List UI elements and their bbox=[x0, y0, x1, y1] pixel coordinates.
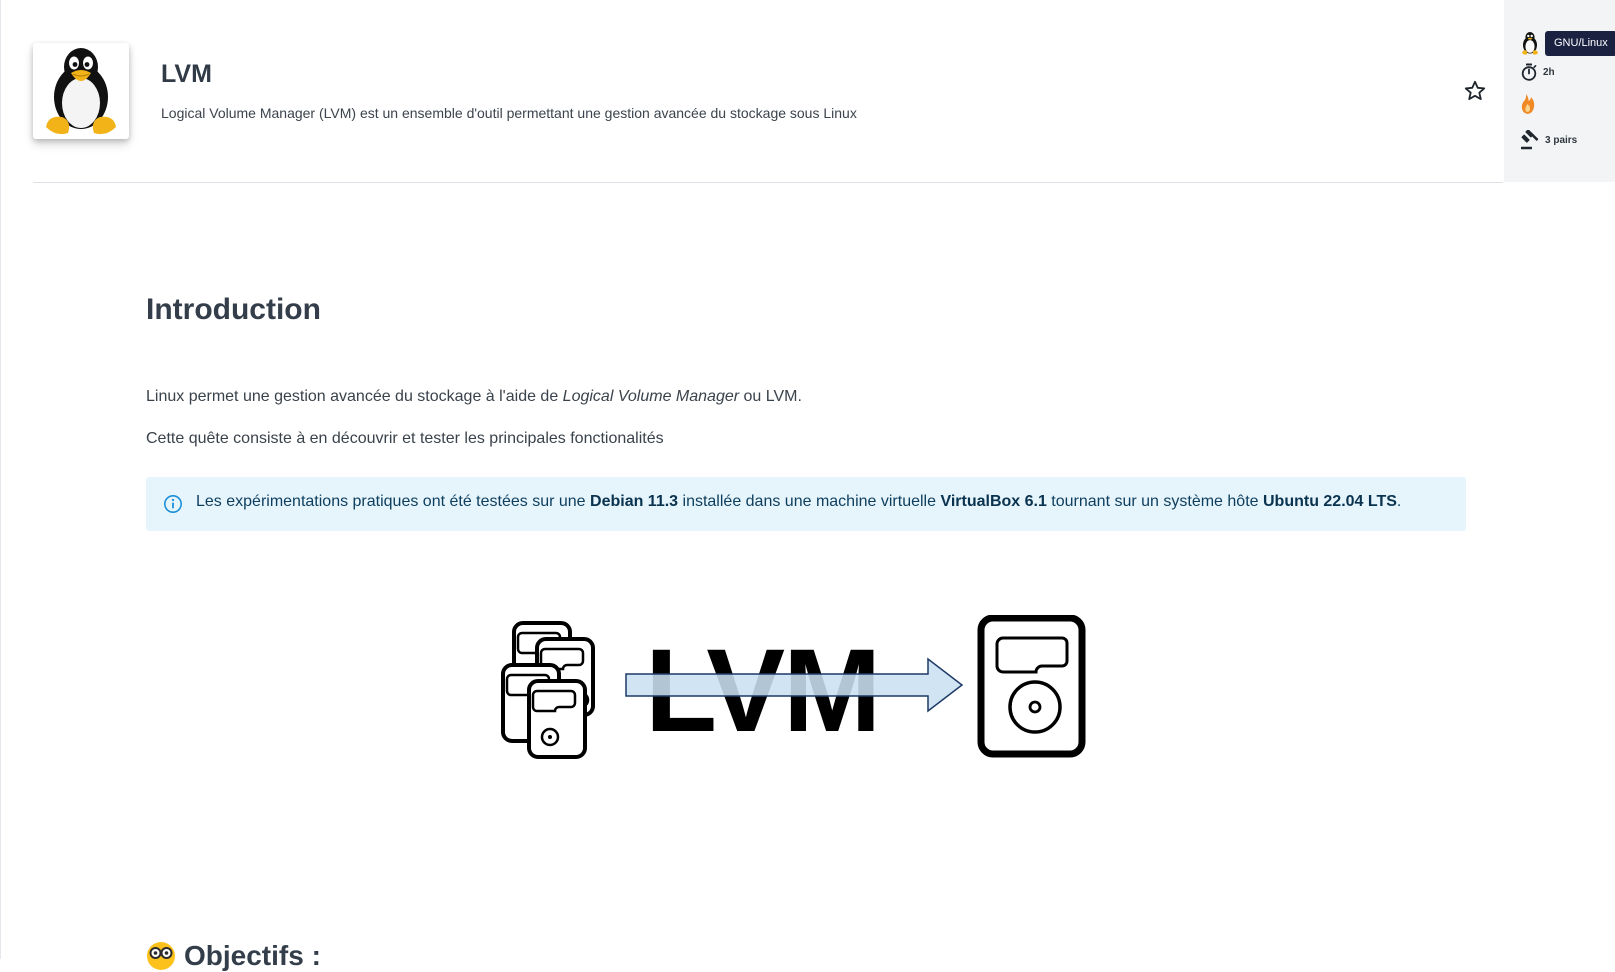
intro-text-end: ou LVM. bbox=[739, 388, 802, 405]
duration-label: 2h bbox=[1543, 66, 1555, 78]
info-text-4: . bbox=[1396, 493, 1402, 510]
intro-text-emphasis: Logical Volume Manager bbox=[562, 388, 740, 405]
category-meta[interactable] bbox=[1520, 31, 1540, 55]
introduction-heading: Introduction bbox=[146, 293, 321, 326]
peers-meta: 3 pairs bbox=[1520, 130, 1577, 150]
category-tooltip: GNU/Linux bbox=[1545, 31, 1615, 56]
intro-paragraph-1: Linux permet une gestion avancée du stoc… bbox=[146, 388, 802, 406]
info-debian-version: Debian 11.3 bbox=[590, 493, 679, 510]
quest-header: LVM Logical Volume Manager (LVM) est un … bbox=[33, 0, 1503, 183]
multiple-disks-icon bbox=[501, 621, 595, 759]
intro-text-start: Linux permet une gestion avancée du stoc… bbox=[146, 388, 563, 405]
objectives-heading-text: Objectifs : bbox=[184, 940, 321, 971]
info-virtualbox-version: VirtualBox 6.1 bbox=[940, 493, 1047, 510]
nerd-face-icon bbox=[147, 942, 175, 970]
objectives-heading: Objectifs : bbox=[146, 940, 321, 972]
quest-description: Logical Volume Manager (LVM) est un ense… bbox=[161, 105, 857, 121]
info-circle-icon bbox=[164, 495, 182, 513]
info-ubuntu-version: Ubuntu 22.04 LTS bbox=[1262, 493, 1397, 510]
favorite-button[interactable] bbox=[1463, 79, 1487, 103]
quest-title: LVM bbox=[161, 60, 212, 88]
tux-penguin-icon bbox=[1522, 32, 1538, 55]
gavel-icon bbox=[1521, 130, 1539, 150]
info-callout: Les expérimentations pratiques ont été t… bbox=[146, 477, 1466, 531]
info-text-2: installée dans une machine virtuelle bbox=[678, 493, 941, 510]
lvm-illustration: LVM bbox=[501, 615, 1086, 759]
info-text-1: Les expérimentations pratiques ont été t… bbox=[196, 493, 591, 510]
duration-meta: 2h bbox=[1520, 63, 1555, 81]
hard-disk-icon bbox=[977, 615, 1086, 758]
quest-meta-panel: 2h 3 pairs bbox=[1504, 0, 1615, 182]
page-left-border bbox=[0, 0, 1, 959]
tux-penguin-icon bbox=[46, 48, 116, 135]
difficulty-meta bbox=[1520, 93, 1536, 115]
info-callout-text: Les expérimentations pratiques ont été t… bbox=[196, 493, 1401, 511]
flame-icon bbox=[1521, 94, 1535, 114]
peers-label: 3 pairs bbox=[1545, 134, 1578, 146]
info-text-3: tournant sur un système hôte bbox=[1046, 493, 1263, 510]
quest-logo bbox=[33, 43, 129, 139]
stopwatch-icon bbox=[1521, 63, 1537, 81]
star-outline-icon bbox=[1464, 80, 1486, 100]
intro-paragraph-2: Cette quête consiste à en découvrir et t… bbox=[146, 430, 664, 447]
